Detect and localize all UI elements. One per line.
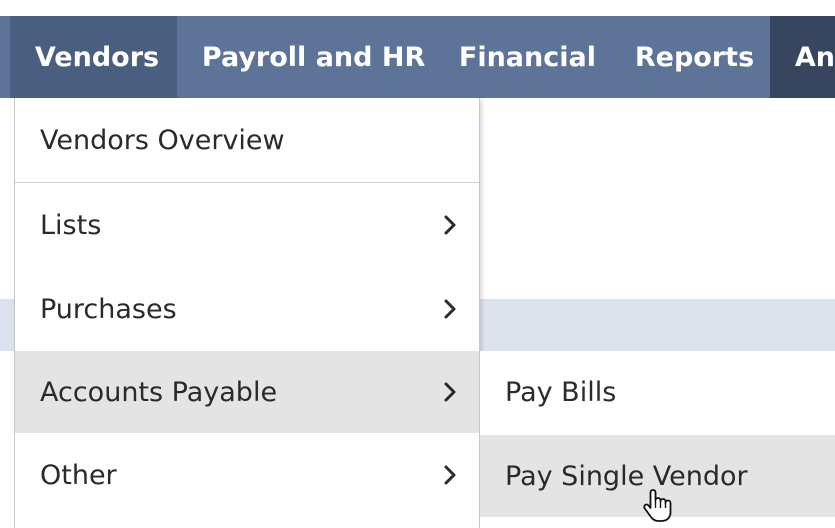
menu-item-other[interactable]: Other <box>15 433 479 517</box>
nav-reports[interactable]: Reports <box>610 16 770 98</box>
submenu-item-label: Pay Bills <box>505 376 617 408</box>
menu-item-label: Purchases <box>40 293 177 325</box>
submenu-item-pay-bills[interactable]: Pay Bills <box>480 351 835 433</box>
menu-item-vendors-overview[interactable]: Vendors Overview <box>15 98 479 182</box>
menu-item-label: Other <box>40 459 117 491</box>
chevron-right-icon <box>444 215 456 235</box>
nav-truncated-item[interactable]: An <box>769 16 835 98</box>
submenu-item-label: Pay Single Vendor <box>505 460 748 492</box>
menu-item-lists[interactable]: Lists <box>15 183 479 267</box>
menu-item-accounts-payable[interactable]: Accounts Payable <box>15 351 479 433</box>
hand-pointer-icon <box>643 489 672 522</box>
nav-vendors[interactable]: Vendors <box>9 16 177 98</box>
menu-item-label: Lists <box>40 209 102 241</box>
chevron-right-icon <box>444 465 456 485</box>
top-strip <box>0 0 835 16</box>
vendors-dropdown-menu: Vendors Overview Lists Purchases Account… <box>14 98 480 528</box>
chevron-right-icon <box>444 299 456 319</box>
chevron-right-icon <box>444 382 456 402</box>
nav-financial[interactable]: Financial <box>434 16 610 98</box>
main-navbar: Vendors Payroll and HR Financial Reports… <box>0 16 835 98</box>
navbar-lead-spacer <box>0 16 10 98</box>
nav-payroll-and-hr[interactable]: Payroll and HR <box>177 16 434 98</box>
menu-item-label: Accounts Payable <box>40 376 278 408</box>
menu-item-purchases[interactable]: Purchases <box>15 267 479 351</box>
menu-item-label: Vendors Overview <box>40 124 285 156</box>
